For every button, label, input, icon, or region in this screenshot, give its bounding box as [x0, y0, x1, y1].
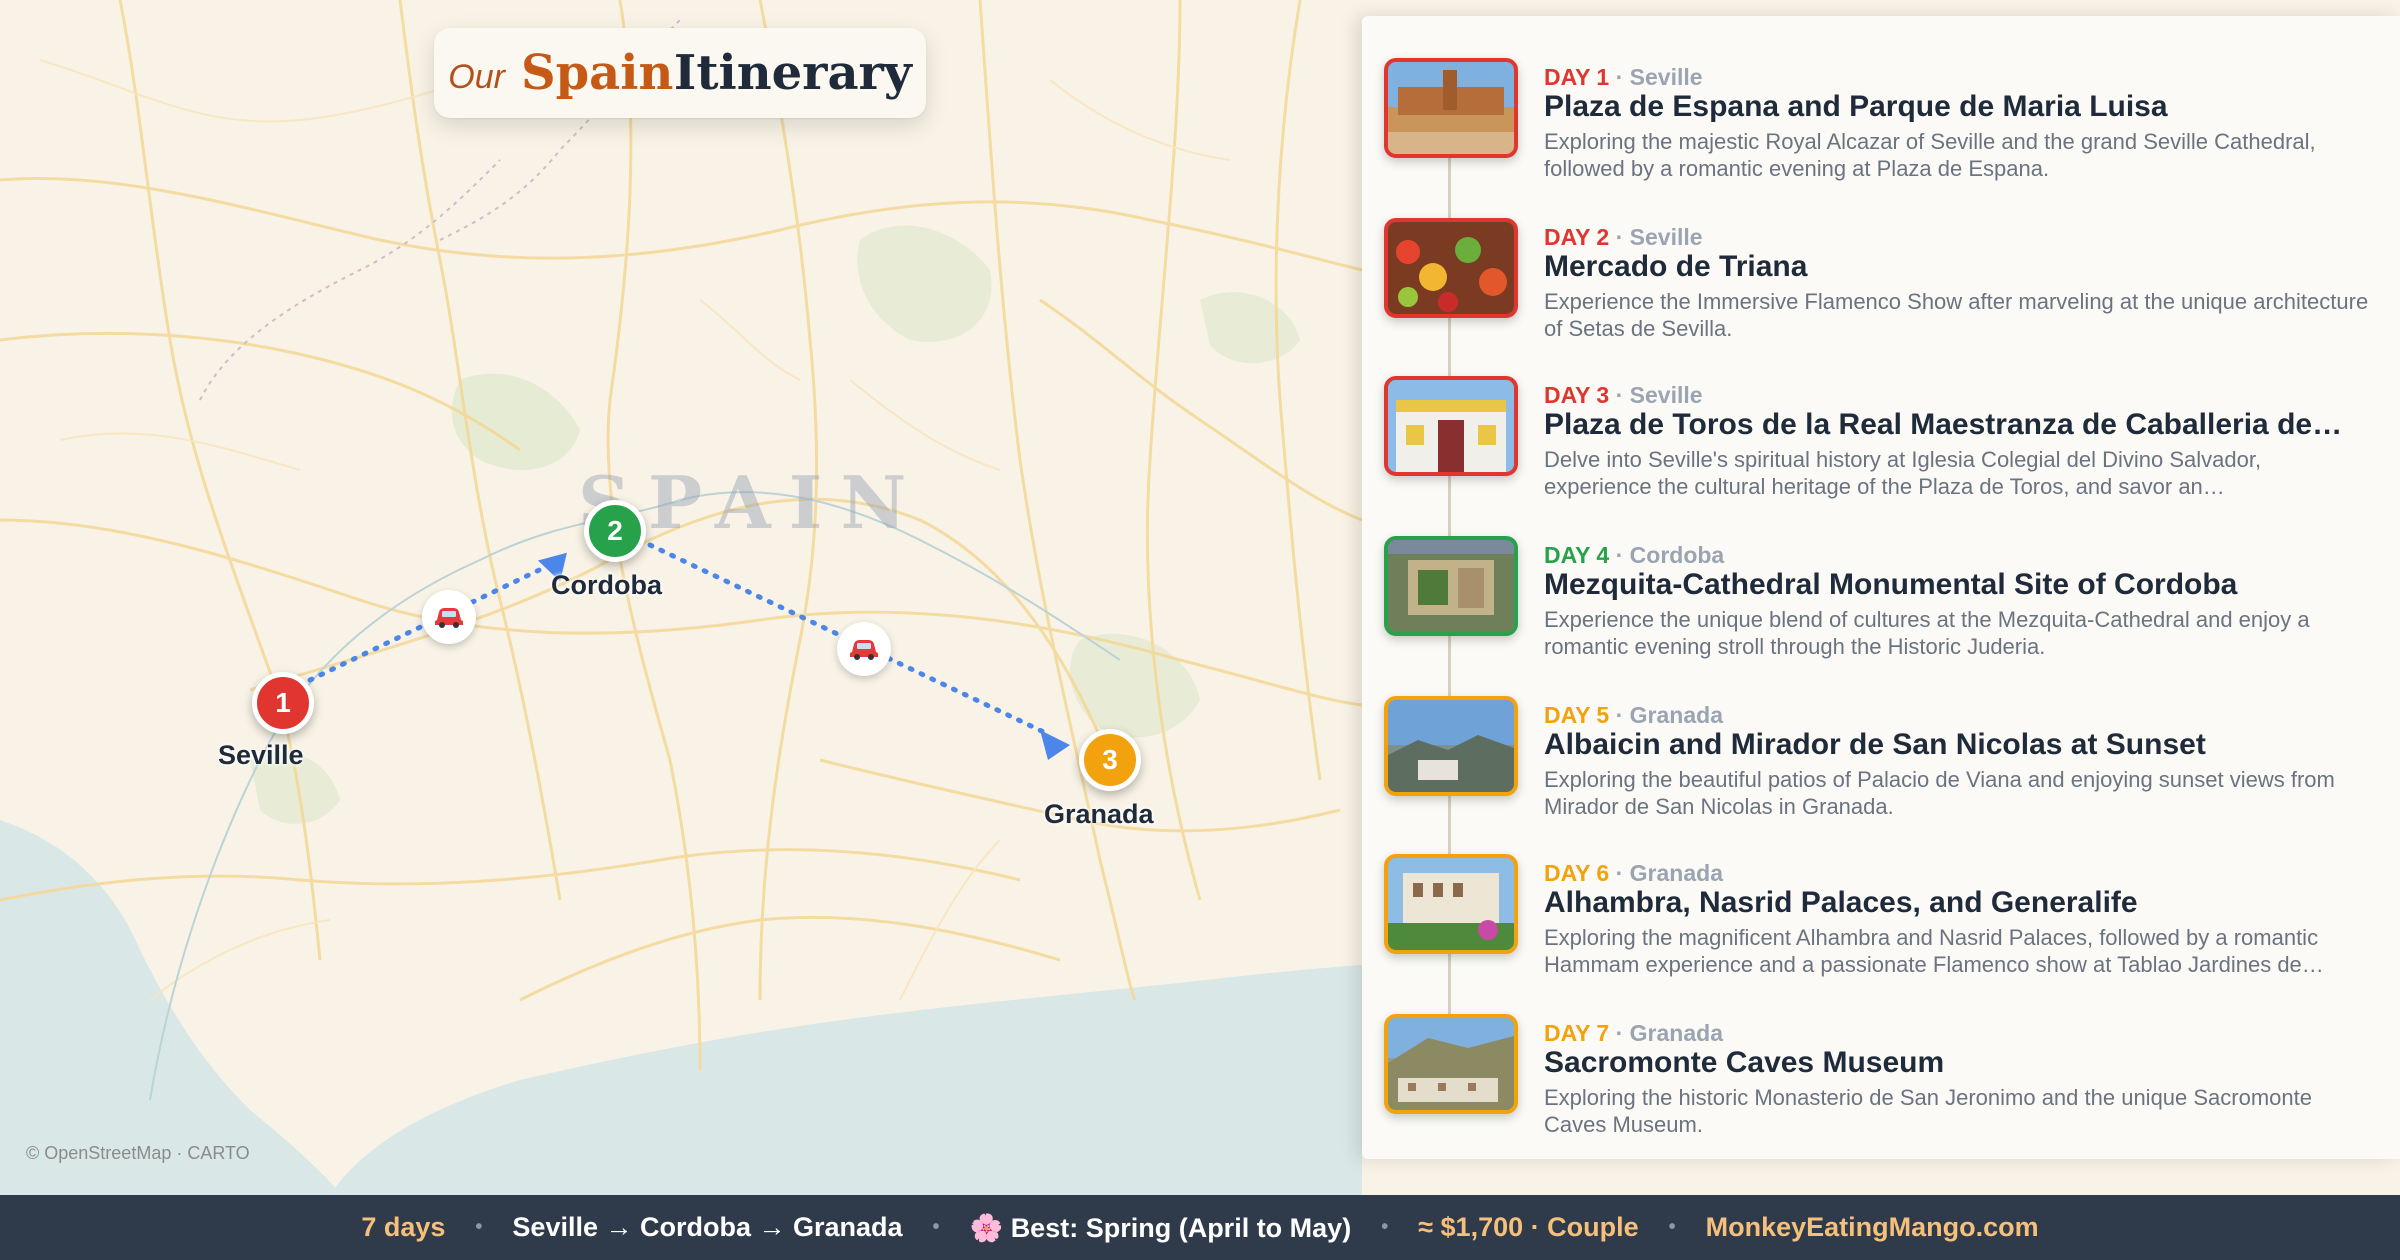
day-description: Exploring the historic Monasterio de San… — [1544, 1085, 2313, 1137]
day-description: Exploring the majestic Royal Alcazar of … — [1544, 129, 2316, 181]
map-pin-seville[interactable]: 1 — [252, 672, 314, 734]
day-description: Exploring the magnificent Alhambra and N… — [1544, 925, 2324, 977]
day-city: Granada — [1629, 1020, 1723, 1046]
footer-separator: • — [475, 1216, 483, 1238]
day-title: Alhambra, Nasrid Palaces, and Generalife — [1544, 886, 2138, 919]
day-number: DAY 3 — [1544, 382, 1610, 408]
day-thumbnail — [1384, 536, 1518, 636]
day-header: DAY 7 · Granada — [1544, 1020, 1723, 1046]
day-title: Plaza de Toros de la Real Maestranza de … — [1544, 408, 2343, 441]
car-icon — [837, 622, 891, 676]
day-description: Exploring the beautiful patios of Palaci… — [1544, 767, 2335, 819]
day-header: DAY 6 · Granada — [1544, 860, 1723, 886]
title-card: Our Spain Itinerary — [434, 28, 926, 118]
city-label-granada: Granada — [1044, 799, 1154, 829]
footer-duration: 7 days — [361, 1212, 446, 1242]
day-number: DAY 6 — [1544, 860, 1610, 886]
footer-budget: ≈ $1,700 · Couple — [1418, 1212, 1639, 1242]
day-description: Experience the Immersive Flamenco Show a… — [1544, 289, 2369, 341]
day-header: DAY 1 · Seville — [1544, 64, 1703, 90]
itinerary-day-5[interactable]: DAY 5 · Granada Albaicin and Mirador de … — [1362, 672, 2400, 822]
day-number: DAY 7 — [1544, 1020, 1610, 1046]
day-header: DAY 3 · Seville — [1544, 382, 1703, 408]
day-thumbnail — [1384, 218, 1518, 318]
day-thumbnail — [1384, 696, 1518, 796]
itinerary-day-3[interactable]: DAY 3 · Seville Plaza de Toros de la Rea… — [1362, 352, 2400, 502]
itinerary-day-6[interactable]: DAY 6 · Granada Alhambra, Nasrid Palaces… — [1362, 830, 2400, 980]
footer-separator: • — [932, 1216, 940, 1238]
day-title: Mercado de Triana — [1544, 250, 1808, 283]
pin-number: 3 — [1102, 744, 1118, 775]
day-description: Experience the unique blend of cultures … — [1544, 607, 2310, 659]
city-label-seville: Seville — [218, 740, 304, 770]
itinerary-day-7[interactable]: DAY 7 · Granada Sacromonte Caves Museum … — [1362, 990, 2400, 1140]
pin-number: 1 — [275, 687, 291, 718]
day-number: DAY 5 — [1544, 702, 1610, 728]
day-title: Mezquita-Cathedral Monumental Site of Co… — [1544, 568, 2238, 601]
day-thumbnail — [1384, 376, 1518, 476]
day-city: Seville — [1629, 382, 1703, 408]
city-label-cordoba: Cordoba — [551, 570, 662, 600]
footer-route: Seville → Cordoba → Granada — [512, 1212, 903, 1242]
footer-season-wrap: 🌸 Best: Spring (April to May) — [970, 1212, 1352, 1244]
day-city: Granada — [1629, 860, 1723, 886]
day-header: DAY 5 · Granada — [1544, 702, 1723, 728]
day-thumbnail — [1384, 1014, 1518, 1114]
map-pin-cordoba[interactable]: 2 — [584, 500, 646, 562]
footer-site-link[interactable]: MonkeyEatingMango.com — [1706, 1212, 2039, 1243]
day-number: DAY 4 — [1544, 542, 1610, 568]
day-title: Albaicin and Mirador de San Nicolas at S… — [1544, 728, 2206, 761]
footer-season: Best: Spring (April to May) — [1010, 1212, 1352, 1243]
day-thumbnail — [1384, 854, 1518, 954]
footer-separator: • — [1668, 1216, 1676, 1238]
day-number: DAY 2 — [1544, 224, 1610, 250]
blossom-icon: 🌸 — [969, 1212, 1004, 1243]
title-prefix: Our — [448, 57, 505, 96]
footer-bar: 7 days • Seville → Cordoba → Granada • 🌸… — [0, 1195, 2400, 1260]
title-highlight: Spain — [520, 45, 674, 101]
day-number: DAY 1 — [1544, 64, 1610, 90]
day-description: Delve into Seville's spiritual history a… — [1544, 447, 2262, 499]
itinerary-day-1[interactable]: DAY 1 · Seville Plaza de Espana and Parq… — [1362, 34, 2400, 184]
car-icon — [422, 590, 476, 644]
day-city: Granada — [1629, 702, 1723, 728]
map-attribution[interactable]: © OpenStreetMap · CARTO — [26, 1143, 250, 1164]
day-header: DAY 2 · Seville — [1544, 224, 1703, 250]
day-city: Seville — [1629, 224, 1703, 250]
footer-separator: • — [1381, 1216, 1389, 1238]
pin-number: 2 — [607, 515, 623, 546]
day-header: DAY 4 · Cordoba — [1544, 542, 1725, 568]
day-city: Seville — [1629, 64, 1703, 90]
day-title: Plaza de Espana and Parque de Maria Luis… — [1544, 90, 2168, 123]
itinerary-day-4[interactable]: DAY 4 · Cordoba Mezquita-Cathedral Monum… — [1362, 512, 2400, 662]
day-thumbnail — [1384, 58, 1518, 158]
itinerary-day-2[interactable]: DAY 2 · Seville Mercado de Triana Experi… — [1362, 194, 2400, 344]
day-city: Cordoba — [1629, 542, 1725, 568]
day-title: Sacromonte Caves Museum — [1544, 1046, 1945, 1079]
map-pin-granada[interactable]: 3 — [1079, 729, 1141, 791]
itinerary-panel: DAY 1 · Seville Plaza de Espana and Parq… — [1362, 16, 2400, 1159]
title-rest: Itinerary — [673, 45, 912, 101]
